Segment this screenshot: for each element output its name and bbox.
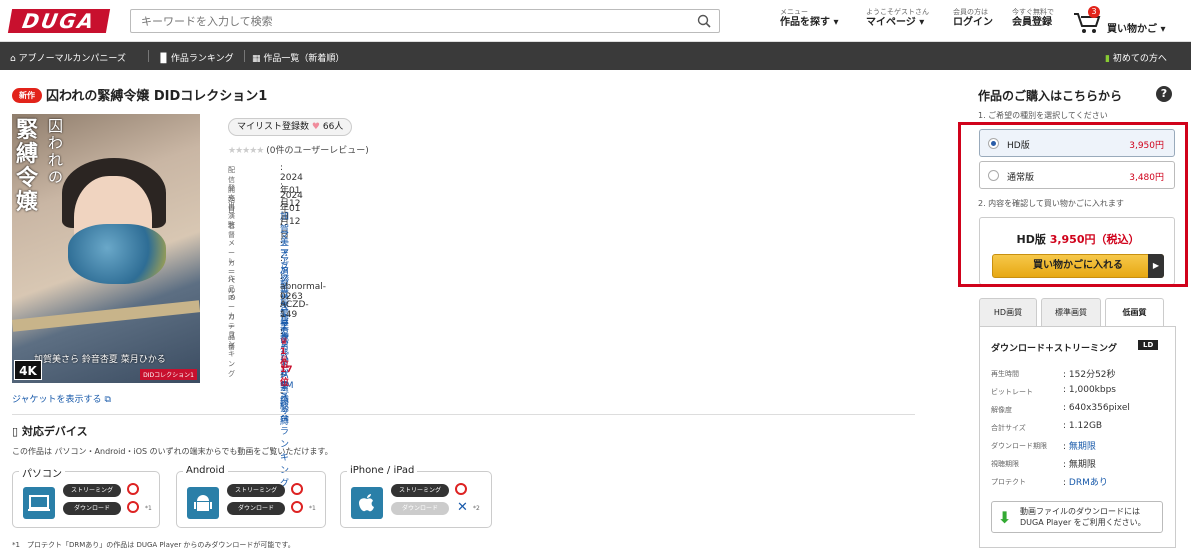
cover-subtitle-text: 囚われの <box>48 117 64 186</box>
menu-find[interactable]: メニュー 作品を探す ▾ <box>780 7 839 28</box>
device-box-android: Android ストリーミング ダウンロード *1 <box>176 465 326 528</box>
review-summary[interactable]: ★★★★★ (0件のユーザーレビュー) <box>228 143 369 156</box>
series-badge: DIDコレクション1 <box>140 369 197 380</box>
phone-icon: ▯ <box>12 425 19 438</box>
external-window-icon: ⧉ <box>104 395 111 405</box>
supported-mark <box>455 483 467 495</box>
drm-link[interactable]: DRMあり <box>1069 478 1108 488</box>
nav-maker-link[interactable]: ⌂ アブノーマルカンパニーズ <box>10 51 126 64</box>
first-time-link[interactable]: ▮ 初めての方へ <box>1105 51 1167 64</box>
cart-label: 買い物かご ▾ <box>1107 24 1166 35</box>
quality-tabs: HD画質 標準画質 低画質 <box>979 298 1176 327</box>
ld-badge: LD <box>1138 340 1159 350</box>
sub-navigation: ⌂ アブノーマルカンパニーズ ▐▍作品ランキング ▦ 作品一覧（新着順） ▮ 初… <box>0 42 1191 70</box>
download-period-link[interactable]: 無期限 <box>1069 442 1096 452</box>
highlight-box <box>958 122 1188 287</box>
tab-standard[interactable]: 標準画質 <box>1041 298 1101 326</box>
home-icon: ⌂ <box>10 54 16 64</box>
device-footnote: *1 プロテクト「DRMあり」の作品は DUGA Player からのみダウンロ… <box>12 541 295 548</box>
download-icon: ⬇ <box>998 508 1012 527</box>
supported-mark <box>291 501 303 513</box>
pc-icon <box>23 487 55 519</box>
cart-count-badge: 3 <box>1088 6 1100 18</box>
apple-icon <box>351 487 383 519</box>
supported-mark <box>127 501 139 513</box>
device-box-ios: iPhone / iPad ストリーミング ダウンロード ✕ *2 <box>340 465 492 528</box>
supported-mark <box>291 483 303 495</box>
tab-low[interactable]: 低画質 <box>1105 298 1164 327</box>
heart-icon: ♥ <box>311 122 320 132</box>
devices-description: この作品は パソコン・Android・iOS のいずれの端末からでも動画をご覧い… <box>12 447 333 456</box>
spec-panel: ダウンロード＋ストリーミング LD 再生時間: 152分52秒 ビットレート: … <box>979 326 1176 548</box>
search-input[interactable] <box>141 10 681 32</box>
search-box[interactable] <box>130 9 720 33</box>
nav-ranking-link[interactable]: ▐▍作品ランキング <box>157 51 234 64</box>
cover-title-text: 緊縛令嬢 <box>16 117 39 215</box>
android-icon <box>187 487 219 519</box>
ranking-icon: ▐▍ <box>157 54 171 64</box>
section-divider <box>12 414 915 415</box>
register-link[interactable]: 今すぐ無料で 会員登録 <box>1012 7 1054 28</box>
purchase-step1: 1. ご希望の種別を選択してください <box>978 111 1108 120</box>
tab-hd[interactable]: HD画質 <box>979 298 1037 326</box>
crown-icon: ♛ <box>280 354 289 365</box>
rating-stars: ★★★★★ <box>228 146 264 156</box>
new-badge: 新作 <box>12 88 42 103</box>
device-box-pc: パソコン ストリーミング ダウンロード *1 <box>12 465 160 528</box>
menu-mypage[interactable]: ようこそゲストさん マイページ ▾ <box>866 7 929 28</box>
beginner-icon: ▮ <box>1105 54 1110 64</box>
supported-mark <box>127 483 139 495</box>
help-icon[interactable]: ? <box>1156 86 1172 102</box>
cart-button[interactable]: 3 買い物かご ▾ <box>1072 6 1182 36</box>
product-title: 新作 囚われの緊縛令嬢 DIDコレクション1 <box>12 85 267 104</box>
unsupported-mark: ✕ <box>457 500 468 515</box>
4k-badge: 4K <box>14 360 42 380</box>
product-cover-image[interactable]: 緊縛令嬢 囚われの 加賀美さら 鈴音杏夏 菜月ひかる 4K DIDコレクション1 <box>12 114 200 383</box>
grid-icon: ▦ <box>252 54 261 64</box>
purchase-heading: 作品のご購入はこちらから <box>978 89 1123 103</box>
cover-cast-text: 加賀美さら 鈴音杏夏 菜月ひかる <box>34 355 166 365</box>
duga-player-button[interactable]: ⬇ 動画ファイルのダウンロードには DUGA Player をご利用ください。 <box>991 501 1163 533</box>
mylist-count[interactable]: マイリスト登録数 ♥ 66人 <box>228 118 353 136</box>
search-icon[interactable] <box>697 14 711 28</box>
login-link[interactable]: 会員の方は ログイン <box>953 7 993 28</box>
jacket-link[interactable]: ジャケットを表示する ⧉ <box>12 392 111 405</box>
duga-logo[interactable]: DUGA <box>7 9 111 33</box>
nav-newlist-link[interactable]: ▦ 作品一覧（新着順） <box>252 51 344 64</box>
site-header: DUGA メニュー作品を探す ▾ ようこそゲストさんマイページ ▾ 会員の方はロ… <box>0 0 1191 42</box>
devices-heading: ▯ 対応デバイス <box>12 425 88 438</box>
